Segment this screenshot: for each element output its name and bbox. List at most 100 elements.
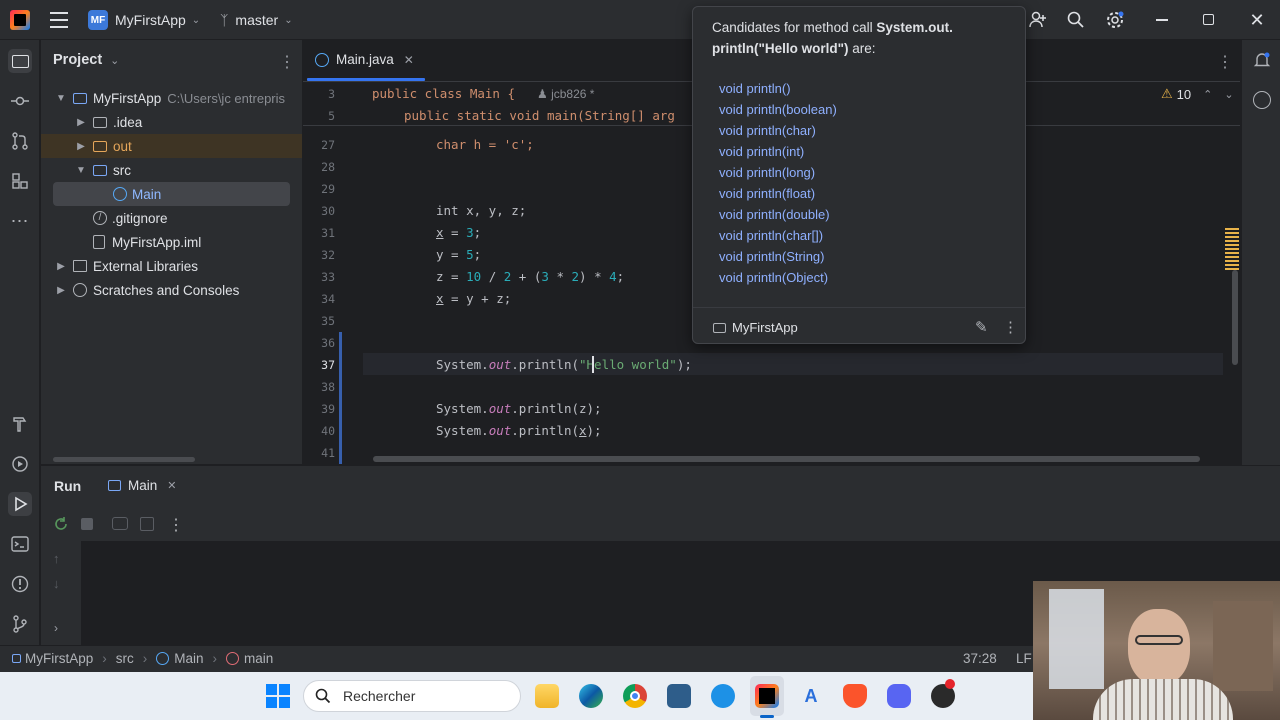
scroll-down-icon[interactable]: ↓ [53,576,60,591]
editor-horizontal-scrollbar[interactable] [373,456,1200,462]
breadcrumb-item[interactable]: main [244,651,273,666]
code-token: char h = 'c'; [436,137,534,152]
terminal-icon[interactable] [8,532,32,556]
candidate-item[interactable]: void println() [719,81,791,96]
problems-icon[interactable] [8,572,32,596]
candidate-item[interactable]: void println(int) [719,144,804,159]
title-bar: MF MyFirstApp ⌄ ᛉ master ⌄ ✕ [0,0,1280,40]
tree-item-iml[interactable]: MyFirstApp.iml [93,231,201,253]
tree-item-external-libraries[interactable]: ▶ External Libraries [55,255,198,277]
tab-main-java[interactable]: Main.java ✕ [315,52,414,67]
camera-icon[interactable] [112,517,128,530]
line-number: 3 [328,87,335,101]
run-options-icon[interactable]: ⋮ [168,515,184,535]
method-icon [226,652,240,665]
project-panel-header[interactable]: Project ⌄ [53,52,119,68]
main-menu-icon[interactable] [50,12,68,28]
obs-studio-icon[interactable] [931,679,955,708]
tree-item-out[interactable]: ▶ out [75,135,132,157]
services-icon[interactable] [8,452,32,476]
breadcrumb-item[interactable]: Main [174,651,203,666]
tree-item-scratches[interactable]: ▶ Scratches and Consoles [55,279,239,301]
ai-assistant-icon[interactable] [1253,91,1271,109]
git-icon[interactable] [8,612,32,636]
project-panel-options-icon[interactable]: ⋮ [279,52,295,72]
candidate-item[interactable]: void println(char[]) [719,228,823,243]
tree-item-src[interactable]: ▼ src [75,159,131,181]
edge-browser-icon[interactable] [579,684,603,708]
more-tools-icon[interactable]: ⋯ [8,209,32,233]
candidate-item[interactable]: void println(long) [719,165,815,180]
candidate-item[interactable]: void println(char) [719,123,816,138]
code-token: / [481,269,504,284]
chrome-browser-icon[interactable] [623,684,647,708]
git-branch-icon: ᛉ [220,12,229,28]
line-ending[interactable]: LF [1016,651,1032,666]
branch-selector[interactable]: ᛉ master ⌄ [220,9,293,31]
method-candidates-popup: Candidates for method call System.out. pr… [692,6,1026,344]
add-user-icon[interactable] [1028,10,1048,30]
tree-item-gitignore[interactable]: / .gitignore [93,207,168,229]
candidate-item[interactable]: void println(boolean) [719,102,837,117]
intellij-logo-icon[interactable] [10,10,30,30]
settings-gear-icon[interactable] [1105,10,1125,30]
tree-root[interactable]: ▼ MyFirstApp C:\Users\jc entrepris [55,87,285,109]
sticky-method-line[interactable]: public static void main(String[] arg [404,108,675,123]
inspections-widget[interactable]: ⚠ 10 ⌃ ⌄ [1161,86,1234,102]
candidate-item[interactable]: void println(double) [719,207,830,222]
tree-item-idea[interactable]: ▶ .idea [75,111,142,133]
run-tab-label: Main [128,478,158,493]
edit-pencil-icon[interactable]: ✎ [975,318,988,336]
pull-requests-icon[interactable] [8,129,32,153]
project-selector[interactable]: MF MyFirstApp ⌄ [88,9,200,31]
code-token: = y + z; [443,291,512,306]
scroll-up-icon[interactable]: ↑ [53,551,60,566]
notifications-bell-icon[interactable] [1253,51,1271,69]
build-hammer-icon[interactable] [8,412,32,436]
code-line-40: System.out.println(x); [436,423,602,438]
candidate-item[interactable]: void println(String) [719,249,825,264]
popup-more-icon[interactable]: ⋮ [1003,318,1018,336]
expand-icon[interactable]: › [54,621,58,635]
run-tab-main[interactable]: Main ✕ [108,478,176,493]
close-icon[interactable]: ✕ [1248,10,1266,30]
tab-close-icon[interactable]: ✕ [167,479,176,492]
maximize-icon[interactable] [1203,14,1214,25]
minimize-icon[interactable] [1156,19,1168,21]
breadcrumb-item[interactable]: MyFirstApp [25,651,93,666]
candidate-item[interactable]: void println(Object) [719,270,828,285]
rerun-icon[interactable] [53,516,69,532]
commit-icon[interactable] [8,89,32,113]
chevron-down-icon[interactable]: ⌄ [1224,88,1233,101]
sticky-class-line[interactable]: public class Main { [372,86,515,101]
docker-icon[interactable] [711,684,735,708]
taskbar-search-box[interactable]: Rechercher [303,680,521,712]
structure-icon[interactable] [8,169,32,193]
tab-close-icon[interactable]: ✕ [404,53,414,67]
warning-count: 10 [1176,86,1192,102]
discord-icon[interactable] [887,684,911,708]
intellij-idea-icon[interactable] [755,684,779,708]
warning-stripe-marker[interactable] [1225,228,1239,270]
candidate-item[interactable]: void println(float) [719,186,815,201]
stop-icon[interactable] [81,518,93,530]
editor-vertical-scrollbar[interactable] [1232,270,1238,365]
module-file-icon [93,235,105,249]
snipping-tool-icon[interactable] [667,684,691,708]
breadcrumb-separator: › [102,651,107,666]
chevron-up-icon[interactable]: ⌃ [1203,88,1212,101]
project-horizontal-scrollbar[interactable] [53,457,195,462]
popup-footer-project[interactable]: MyFirstApp [713,320,798,335]
breadcrumb-item[interactable]: src [116,651,134,666]
tabs-options-icon[interactable]: ⋮ [1217,52,1233,72]
project-folder-icon[interactable] [8,49,32,73]
tree-item-main[interactable]: Main [113,183,161,205]
restore-layout-icon[interactable] [140,517,154,531]
file-explorer-icon[interactable] [535,684,559,708]
caret-position[interactable]: 37:28 [963,651,997,666]
search-icon[interactable] [1066,10,1086,30]
brave-browser-icon[interactable] [843,684,867,708]
windows-start-icon[interactable] [266,684,290,708]
run-icon[interactable] [8,492,32,516]
translate-app-icon[interactable]: A [799,684,823,708]
